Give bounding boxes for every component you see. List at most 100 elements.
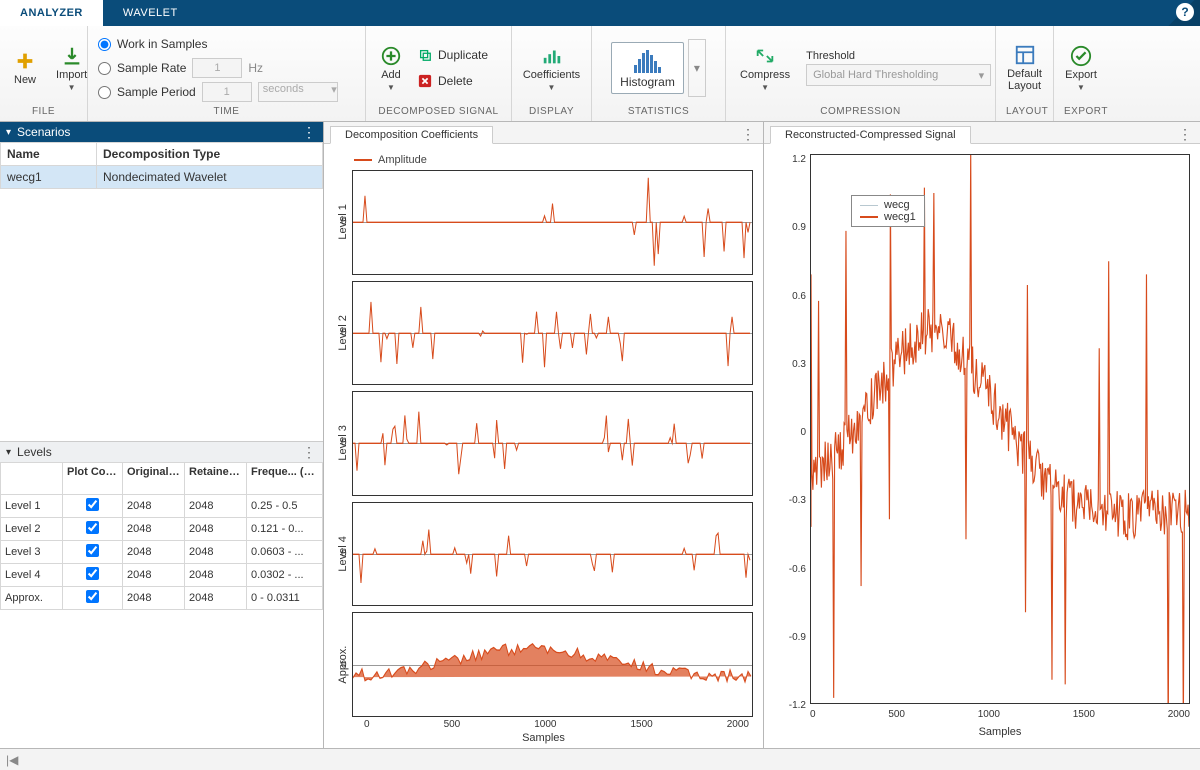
rate-input[interactable]	[192, 58, 242, 78]
rewind-icon[interactable]: |◀	[6, 753, 18, 767]
ribbon: New Import ▼ FILE Work in Samples Sample…	[0, 26, 1200, 122]
threshold-select[interactable]: Global Hard Thresholding▾	[806, 64, 991, 86]
ribbon-export: Export ▼ EXPORT	[1054, 26, 1108, 121]
ribbon-display: Coefficients ▼ DISPLAY	[512, 26, 592, 121]
statusbar: |◀	[0, 748, 1200, 770]
duplicate-icon	[418, 48, 432, 62]
histogram-button[interactable]: Histogram	[611, 42, 684, 94]
duplicate-button[interactable]: Duplicate	[418, 44, 488, 66]
col-decomp[interactable]: Decomposition Type	[97, 143, 323, 166]
table-row[interactable]: wecg1Nondecimated Wavelet	[1, 166, 323, 189]
col-orig[interactable]: Original Coeffi...	[123, 463, 185, 495]
table-row[interactable]: Level 3204820480.0603 - ...	[1, 541, 323, 564]
amplitude-legend: Amplitude	[354, 154, 753, 166]
decomp-tab-header: Decomposition Coefficients ⋮	[324, 122, 763, 144]
radio-samples[interactable]: Work in Samples	[98, 33, 207, 55]
main-area: ▾ Scenarios ⋮ NameDecomposition Type wec…	[0, 122, 1200, 748]
col-freq[interactable]: Freque... (cycles...	[247, 463, 323, 495]
delete-button[interactable]: Delete	[418, 70, 488, 92]
chevron-down-icon: ▼	[68, 83, 76, 92]
col-name[interactable]: Name	[1, 143, 97, 166]
new-button[interactable]: New	[10, 48, 40, 88]
level-plot[interactable]: Level 30	[334, 391, 753, 496]
y-tick: -0.3	[782, 495, 806, 506]
period-unit-select[interactable]: seconds ▾	[258, 82, 338, 102]
decomp-tab[interactable]: Decomposition Coefficients	[330, 126, 493, 144]
legend-swatch	[354, 159, 372, 161]
col-level[interactable]	[1, 463, 63, 495]
decomp-chart-area: Amplitude Level 10Level 20Level 30Level …	[324, 144, 763, 748]
col-plot[interactable]: Plot Coeffi...	[63, 463, 123, 495]
recon-tab[interactable]: Reconstructed-Compressed Signal	[770, 126, 971, 144]
app-tabbar: ANALYZER WAVELET ?	[0, 0, 1200, 26]
section-title: EXPORT	[1064, 106, 1098, 119]
delete-icon	[418, 74, 432, 88]
chevron-down-icon: ▼	[548, 83, 556, 92]
zero-tick: 0	[341, 659, 347, 670]
radio-period[interactable]: Sample Period	[98, 81, 196, 103]
level-plot[interactable]: Approx.0	[334, 612, 753, 717]
level-plot[interactable]: Level 40	[334, 502, 753, 607]
compress-button[interactable]: Compress ▼	[736, 43, 794, 94]
zero-tick: 0	[341, 327, 347, 338]
table-row[interactable]: Level 4204820480.0302 - ...	[1, 564, 323, 587]
section-title: TIME	[98, 106, 355, 119]
recon-legend: wecg wecg1	[851, 195, 925, 227]
plot-checkbox[interactable]	[86, 521, 99, 534]
table-row[interactable]: Level 2204820480.121 - 0...	[1, 518, 323, 541]
radio-rate[interactable]: Sample Rate	[98, 57, 186, 79]
ribbon-layout: Default Layout LAYOUT	[996, 26, 1054, 121]
section-title: FILE	[10, 106, 77, 119]
y-tick: -1.2	[782, 700, 806, 711]
check-icon	[1070, 45, 1092, 67]
default-layout-button[interactable]: Default Layout	[1003, 42, 1046, 94]
plot-checkbox[interactable]	[86, 498, 99, 511]
plot-checkbox[interactable]	[86, 590, 99, 603]
menu-icon[interactable]: ⋮	[1178, 126, 1192, 143]
hz-label: Hz	[248, 61, 263, 75]
add-icon	[380, 45, 402, 67]
ribbon-time: Work in Samples Sample Rate Hz Sample Pe…	[88, 26, 366, 121]
zero-tick: 0	[341, 549, 347, 560]
menu-icon[interactable]: ⋮	[302, 124, 317, 141]
recon-axes[interactable]: wecg wecg1	[810, 154, 1190, 704]
tab-analyzer[interactable]: ANALYZER	[0, 0, 103, 26]
chevron-down-icon: ▼	[761, 83, 769, 92]
histogram-icon	[628, 47, 668, 75]
plot-checkbox[interactable]	[86, 544, 99, 557]
level-plot[interactable]: Level 10	[334, 170, 753, 275]
export-button[interactable]: Export ▼	[1061, 43, 1101, 94]
x-label: Samples	[334, 730, 753, 744]
section-title: COMPRESSION	[736, 106, 985, 119]
level-plot[interactable]: Level 20	[334, 281, 753, 386]
collapse-icon[interactable]: ▾	[6, 127, 11, 138]
menu-icon[interactable]: ⋮	[302, 444, 317, 461]
chevron-down-icon: ▼	[387, 83, 395, 92]
scenarios-table: NameDecomposition Type wecg1Nondecimated…	[0, 142, 323, 442]
help-icon[interactable]: ?	[1176, 3, 1194, 21]
compress-icon	[754, 45, 776, 67]
table-row[interactable]: Level 1204820480.25 - 0.5	[1, 495, 323, 518]
col-ret[interactable]: Retained Coeffi...	[185, 463, 247, 495]
menu-icon[interactable]: ⋮	[741, 126, 755, 143]
x-ticks: 0500100015002000	[810, 709, 1190, 720]
coefficients-button[interactable]: Coefficients ▼	[519, 43, 584, 94]
y-tick: 0	[782, 427, 806, 438]
right-pane: Reconstructed-Compressed Signal ⋮ 1.20.9…	[764, 122, 1200, 748]
recon-chart: 1.20.90.60.30-0.3-0.6-0.9-1.2 wecg wecg1…	[764, 144, 1200, 748]
add-button[interactable]: Add ▼	[376, 43, 406, 94]
plot-checkbox[interactable]	[86, 567, 99, 580]
left-pane: ▾ Scenarios ⋮ NameDecomposition Type wec…	[0, 122, 324, 748]
import-button[interactable]: Import ▼	[52, 43, 91, 94]
levels-table: Plot Coeffi... Original Coeffi... Retain…	[0, 462, 323, 748]
threshold-label: Threshold	[806, 50, 991, 62]
stats-expand[interactable]: ▾	[688, 39, 706, 97]
collapse-icon[interactable]: ▾	[6, 447, 11, 458]
x-ticks: 0500100015002000	[334, 717, 753, 730]
x-label: Samples	[810, 726, 1190, 738]
period-input[interactable]	[202, 82, 252, 102]
y-tick: 0.6	[782, 291, 806, 302]
table-row[interactable]: Approx.204820480 - 0.0311	[1, 587, 323, 610]
layout-icon	[1014, 44, 1036, 66]
tab-wavelet[interactable]: WAVELET	[103, 0, 198, 26]
